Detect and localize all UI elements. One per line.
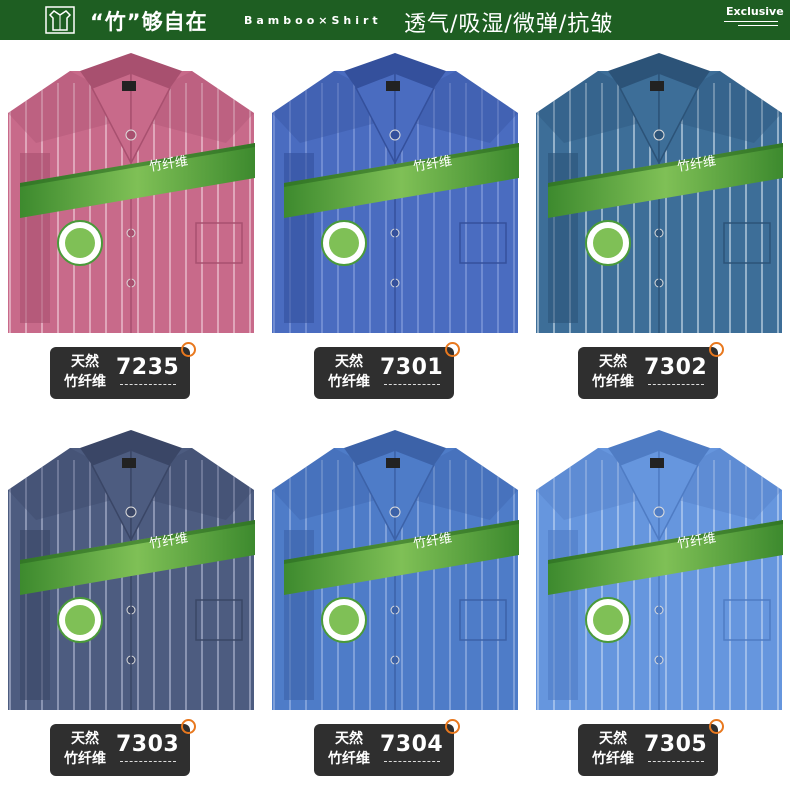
product-code: 7235 xyxy=(116,355,180,380)
tag-ring-icon xyxy=(709,719,724,734)
fabric-label: 天然 竹纤维 xyxy=(322,729,376,769)
fabric-label-line2: 竹纤维 xyxy=(328,751,370,767)
product-code: 7304 xyxy=(380,732,444,757)
product-code-tag: 天然 竹纤维 7302 xyxy=(578,342,724,399)
exclusive-underline-short xyxy=(738,25,778,26)
fabric-label-line2: 竹纤维 xyxy=(592,751,634,767)
tag-ring-icon xyxy=(181,719,196,734)
banner-features: 透气/吸湿/微弹/抗皱 xyxy=(404,12,614,37)
fabric-label-line2: 竹纤维 xyxy=(592,374,634,390)
fabric-label: 天然 竹纤维 xyxy=(586,729,640,769)
code-underline xyxy=(120,761,176,762)
shirt-icon xyxy=(45,6,75,34)
fabric-label-line1: 天然 xyxy=(335,354,363,370)
fabric-label-line1: 天然 xyxy=(599,731,627,747)
exclusive-label: Exclusive xyxy=(726,5,784,18)
product-card[interactable]: 竹纤维 天然 竹纤维 7305 xyxy=(528,420,790,776)
fabric-label-line2: 竹纤维 xyxy=(64,374,106,390)
header-banner: “竹”够自在 Bamboo×Shirt 透气/吸湿/微弹/抗皱 Exclusiv… xyxy=(0,0,790,40)
product-code-tag: 天然 竹纤维 7301 xyxy=(314,342,460,399)
product-code-tag: 天然 竹纤维 7304 xyxy=(314,719,460,776)
fabric-label-line2: 竹纤维 xyxy=(64,751,106,767)
banner-title: “竹”够自在 xyxy=(90,10,208,34)
product-code: 7302 xyxy=(644,355,708,380)
fabric-label-line1: 天然 xyxy=(335,731,363,747)
fabric-label: 天然 竹纤维 xyxy=(58,352,112,392)
fabric-label-line1: 天然 xyxy=(599,354,627,370)
tag-ring-icon xyxy=(181,342,196,357)
product-code-tag: 天然 竹纤维 7235 xyxy=(50,342,196,399)
shirt-image[interactable]: 竹纤维 xyxy=(528,43,790,333)
product-code-tag: 天然 竹纤维 7303 xyxy=(50,719,196,776)
shirt-image[interactable]: 竹纤维 xyxy=(264,43,526,333)
code-underline xyxy=(648,384,704,385)
product-code-tag: 天然 竹纤维 7305 xyxy=(578,719,724,776)
product-code: 7305 xyxy=(644,732,708,757)
product-card[interactable]: 竹纤维 天然 竹纤维 7302 xyxy=(528,43,790,399)
fabric-label-line1: 天然 xyxy=(71,354,99,370)
tag-ring-icon xyxy=(445,719,460,734)
product-card[interactable]: 竹纤维 天然 竹纤维 7235 xyxy=(0,43,262,399)
shirt-image[interactable]: 竹纤维 xyxy=(528,420,790,710)
code-underline xyxy=(120,384,176,385)
code-underline xyxy=(648,761,704,762)
product-code: 7301 xyxy=(380,355,444,380)
code-underline xyxy=(384,761,440,762)
banner-brand: Bamboo×Shirt xyxy=(244,14,382,27)
tag-ring-icon xyxy=(709,342,724,357)
product-card[interactable]: 竹纤维 天然 竹纤维 7301 xyxy=(264,43,526,399)
code-underline xyxy=(384,384,440,385)
shirt-image[interactable]: 竹纤维 xyxy=(0,43,262,333)
fabric-label-line2: 竹纤维 xyxy=(328,374,370,390)
shirt-image[interactable]: 竹纤维 xyxy=(264,420,526,710)
product-card[interactable]: 竹纤维 天然 竹纤维 7303 xyxy=(0,420,262,776)
fabric-label-line1: 天然 xyxy=(71,731,99,747)
fabric-label: 天然 竹纤维 xyxy=(58,729,112,769)
tag-ring-icon xyxy=(445,342,460,357)
shirt-image[interactable]: 竹纤维 xyxy=(0,420,262,710)
fabric-label: 天然 竹纤维 xyxy=(586,352,640,392)
exclusive-underline xyxy=(724,21,778,22)
fabric-label: 天然 竹纤维 xyxy=(322,352,376,392)
product-code: 7303 xyxy=(116,732,180,757)
product-card[interactable]: 竹纤维 天然 竹纤维 7304 xyxy=(264,420,526,776)
